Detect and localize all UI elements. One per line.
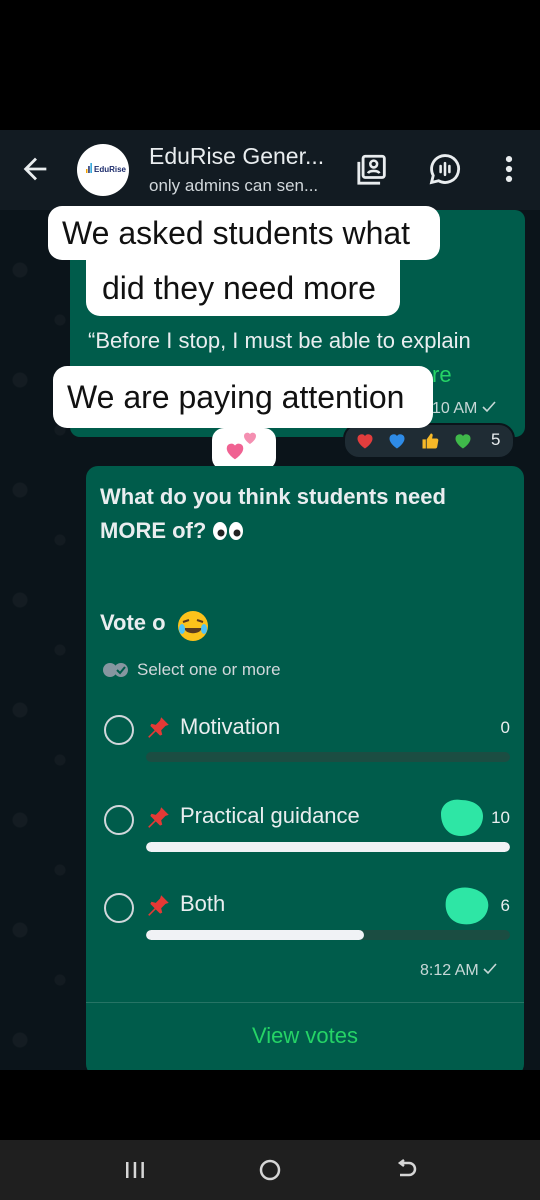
voice-chat-icon[interactable] <box>428 152 462 186</box>
chat-title[interactable]: EduRise Gener... <box>149 143 324 170</box>
hearts-sticker <box>212 428 276 470</box>
option-radio-motivation[interactable] <box>104 715 134 745</box>
read-more-link[interactable]: re <box>432 362 452 388</box>
sent-check-icon <box>483 963 497 975</box>
option-radio-both[interactable] <box>104 893 134 923</box>
caption-overlay-2: We are paying attention <box>53 366 433 428</box>
option-fill-practical <box>146 842 510 852</box>
blue-heart-icon <box>389 434 405 449</box>
option-label-practical[interactable]: Practical guidance <box>180 803 360 829</box>
system-nav-bar <box>0 1140 540 1200</box>
pushpin-icon <box>148 895 169 916</box>
select-hint: Select one or more <box>137 660 281 679</box>
message-time-text: 10 AM <box>432 400 478 417</box>
option-fill-both <box>146 930 365 940</box>
poll-divider <box>86 1002 524 1003</box>
option-bar-practical <box>146 842 510 852</box>
pushpin-icon <box>148 717 169 738</box>
option-bar-motivation <box>146 752 510 762</box>
reactions-bar[interactable]: 5 <box>343 423 515 459</box>
poll-question-text: What do you think students need MORE of? <box>100 484 446 543</box>
option-bar-both <box>146 930 510 940</box>
reaction-count: 5 <box>491 430 501 449</box>
caption-line-2: did they need more <box>102 270 376 306</box>
caption-overlay-1: We asked students what <box>48 206 440 260</box>
eyes-emoji-icon <box>213 522 244 540</box>
poll-time-text: 8:12 AM <box>420 962 479 979</box>
option-count-motivation: 0 <box>500 718 510 737</box>
option-count-practical: 10 <box>491 808 510 827</box>
laughing-emoji-icon <box>178 611 208 641</box>
more-options-icon[interactable] <box>492 152 526 186</box>
poll-time: 8:12 AM <box>420 962 497 980</box>
chat-screen: EduRise EduRise Gener... only admins can… <box>0 130 540 1070</box>
poll-vote-text: Vote o <box>100 610 166 635</box>
group-avatar[interactable]: EduRise <box>77 144 129 196</box>
option-radio-practical[interactable] <box>104 805 134 835</box>
logo-bars-icon <box>86 163 92 173</box>
caption-line-3: We are paying attention <box>67 379 405 415</box>
contact-card-icon[interactable] <box>356 152 390 186</box>
option-count-both: 6 <box>500 896 510 915</box>
status-bar <box>0 0 540 130</box>
option-label-both[interactable]: Both <box>180 891 225 917</box>
pushpin-icon <box>148 807 169 828</box>
chat-subtitle[interactable]: only admins can sen... <box>149 176 318 196</box>
back-arrow-icon[interactable] <box>18 152 52 186</box>
red-heart-icon <box>357 434 373 449</box>
pink-heart-small-icon <box>244 432 256 444</box>
caption-overlay-1b: did they need more <box>86 260 400 316</box>
option-label-motivation[interactable]: Motivation <box>180 714 280 740</box>
double-check-icon <box>103 663 128 677</box>
chat-header: EduRise EduRise Gener... only admins can… <box>0 130 540 210</box>
message-quote-text: “Before I stop, I must be able to explai… <box>88 328 471 353</box>
sent-check-icon <box>482 401 496 413</box>
back-nav-icon[interactable] <box>393 1157 419 1183</box>
green-heart-icon <box>455 434 471 449</box>
caption-line-1: We asked students what <box>62 215 411 251</box>
view-votes-button[interactable]: View votes <box>86 1023 524 1049</box>
thumbs-up-icon <box>422 433 439 449</box>
poll-question: What do you think students need MORE of? <box>100 480 490 548</box>
avatar-logo-text: EduRise <box>94 165 127 174</box>
recent-apps-icon[interactable] <box>122 1157 148 1183</box>
message-time: 10 AM <box>432 400 496 418</box>
home-icon[interactable] <box>257 1157 283 1183</box>
